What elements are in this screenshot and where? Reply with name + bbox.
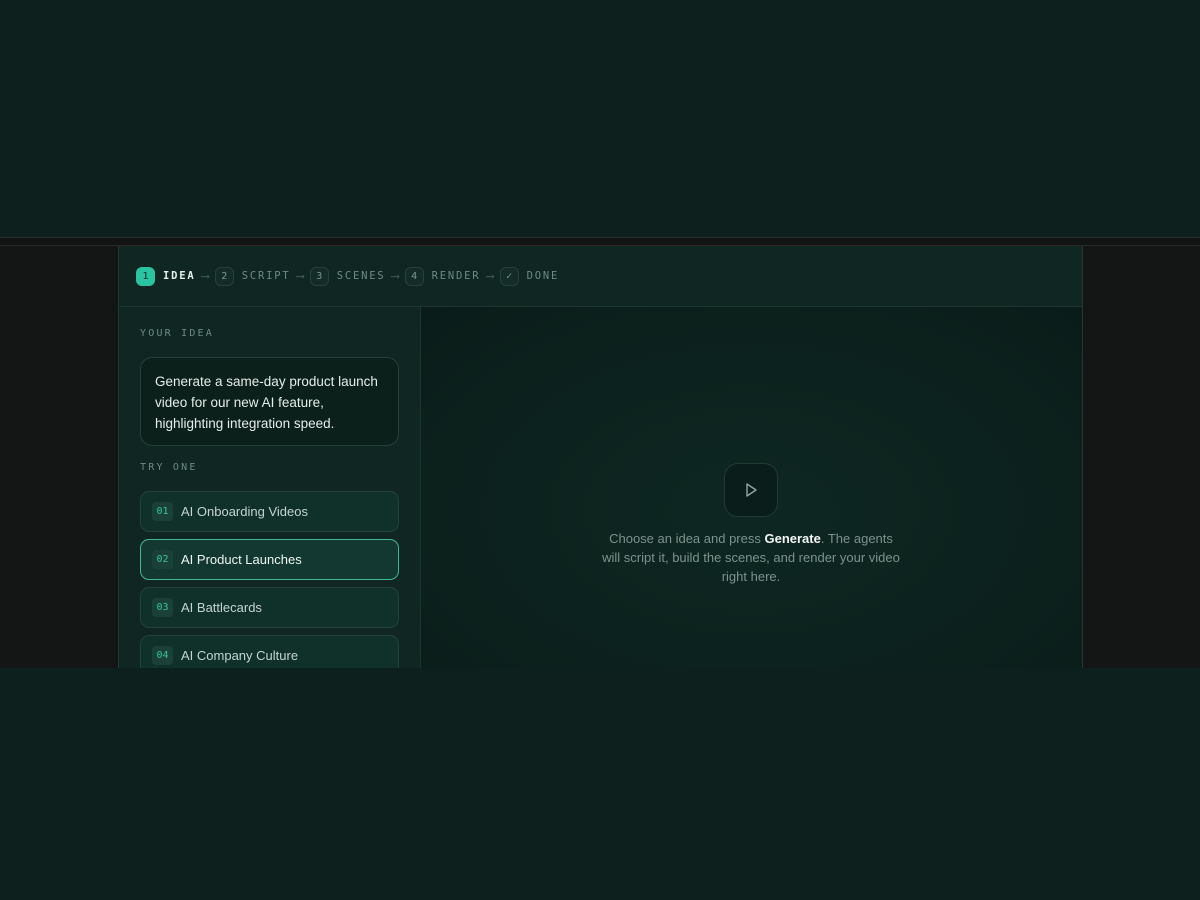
idea-option-battlecards[interactable]: 03 AI Battlecards <box>140 587 399 628</box>
option-label: AI Onboarding Videos <box>181 504 308 519</box>
step-label: RENDER <box>431 270 481 282</box>
video-generator-panel: 1 IDEA ⟶ 2 SCRIPT ⟶ 3 SCENES ⟶ 4 RENDER … <box>118 246 1083 668</box>
progress-stepper: 1 IDEA ⟶ 2 SCRIPT ⟶ 3 SCENES ⟶ 4 RENDER … <box>119 246 1082 307</box>
idea-option-product-launches[interactable]: 02 AI Product Launches <box>140 539 399 580</box>
try-one-heading: TRY ONE <box>140 462 198 473</box>
step-number: 2 <box>214 266 234 286</box>
step-done: ✓ DONE <box>499 266 560 286</box>
idea-input[interactable]: Generate a same-day product launch video… <box>140 357 399 446</box>
option-number: 04 <box>152 646 173 665</box>
preview-hint: Choose an idea and press Generate. The a… <box>601 529 901 586</box>
video-preview-area: Choose an idea and press Generate. The a… <box>421 307 1082 668</box>
idea-option-onboarding[interactable]: 01 AI Onboarding Videos <box>140 491 399 532</box>
step-number: 3 <box>309 266 329 286</box>
check-icon: ✓ <box>499 266 519 286</box>
generate-keyword: Generate <box>764 531 821 546</box>
arrow-right-icon: ⟶ <box>296 269 304 283</box>
step-script: 2 SCRIPT <box>214 266 291 286</box>
step-label: IDEA <box>163 270 196 282</box>
option-label: AI Company Culture <box>181 648 299 663</box>
play-button[interactable] <box>724 463 778 517</box>
step-render: 4 RENDER <box>404 266 481 286</box>
step-label: DONE <box>526 270 560 282</box>
option-number: 03 <box>152 598 173 617</box>
your-idea-heading: YOUR IDEA <box>140 328 214 339</box>
step-scenes: 3 SCENES <box>309 266 386 286</box>
frame-top-bar <box>0 238 1200 246</box>
option-label: AI Battlecards <box>181 600 262 615</box>
arrow-right-icon: ⟶ <box>391 269 399 283</box>
option-label: AI Product Launches <box>181 552 302 567</box>
step-number: 4 <box>404 266 424 286</box>
idea-option-company-culture[interactable]: 04 AI Company Culture <box>140 635 399 668</box>
option-number: 01 <box>152 502 173 521</box>
hint-text: Choose an idea and press <box>609 531 765 546</box>
step-idea: 1 IDEA <box>136 266 196 286</box>
arrow-right-icon: ⟶ <box>486 269 494 283</box>
idea-sidebar: YOUR IDEA Generate a same-day product la… <box>119 307 421 668</box>
step-label: SCENES <box>336 270 386 282</box>
step-number: 1 <box>136 266 155 286</box>
arrow-right-icon: ⟶ <box>201 269 209 283</box>
play-icon <box>746 483 757 497</box>
app-frame: 1 IDEA ⟶ 2 SCRIPT ⟶ 3 SCENES ⟶ 4 RENDER … <box>0 237 1200 668</box>
step-label: SCRIPT <box>241 270 291 282</box>
option-number: 02 <box>152 550 173 569</box>
